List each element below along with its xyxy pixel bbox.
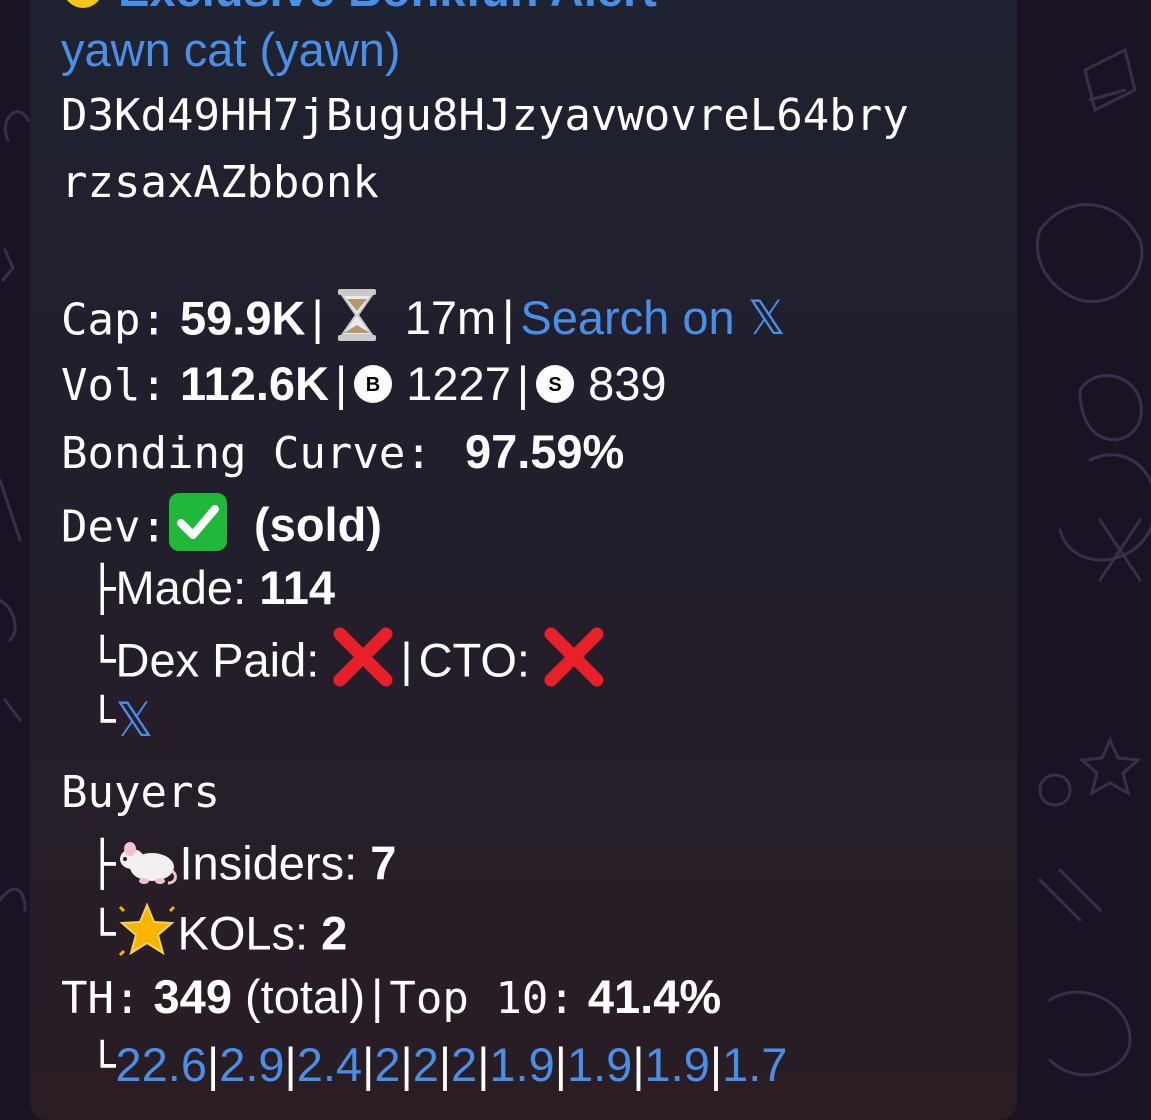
holder-percentages-list: 22.6|2.9|2.4|2|2|2|1.9|1.9|1.9|1.7 [116, 1038, 788, 1091]
dev-status: (sold) [254, 498, 382, 552]
dev-made-line: ├Made: 114 [61, 558, 335, 620]
dev-line: Dev: (sold) [61, 491, 382, 567]
insiders-line: ├ Insiders: 7 [61, 831, 396, 903]
svg-text:S: S [548, 374, 561, 396]
volume-line: Vol: 112.6K | B 1227 | S 839 [61, 354, 667, 418]
sells-value: 839 [588, 357, 667, 410]
holder-separator: | [709, 1038, 723, 1091]
top10-value: 41.4% [587, 970, 722, 1023]
buys-b-icon: B [353, 358, 393, 418]
check-mark-icon [167, 491, 229, 567]
dex-paid-label: Dex Paid: [115, 633, 320, 687]
tree-branch: ├ [89, 564, 116, 615]
holder-percentage-link[interactable]: 2.4 [297, 1038, 362, 1091]
glowing-star-icon [116, 899, 178, 975]
bonding-curve-line: Bonding Curve: 97.59% [61, 422, 624, 484]
holder-separator: | [400, 1038, 413, 1091]
made-label: Made: [115, 561, 247, 614]
x-logo-icon: 𝕏 [747, 291, 786, 347]
rat-icon [116, 831, 180, 903]
holder-separator: | [477, 1038, 490, 1091]
tree-corner: └ [89, 636, 116, 688]
cap-label: Cap: [61, 294, 167, 346]
holder-percentages-line: └22.6|2.9|2.4|2|2|2|1.9|1.9|1.9|1.7 [61, 1035, 787, 1097]
separator: | [311, 291, 324, 345]
cap-value: 59.9K [180, 291, 306, 345]
kols-line: └ KOLs: 2 [61, 899, 347, 975]
vol-label: Vol: [61, 360, 167, 411]
dev-label: Dev: [61, 501, 167, 553]
token-address-line-2[interactable]: rzsaxAZbbonk [61, 153, 379, 213]
bonding-label: Bonding Curve: [61, 428, 432, 479]
made-value: 114 [259, 561, 336, 614]
holder-percentage-link[interactable]: 2 [451, 1038, 477, 1091]
cto-label: CTO: [418, 633, 530, 687]
top10-label: Top 10: [389, 973, 575, 1024]
vol-value: 112.6K [180, 357, 329, 410]
bonding-value: 97.59% [464, 425, 625, 478]
dev-x-profile-link[interactable]: 𝕏 [116, 693, 154, 748]
cross-mark-icon [543, 626, 605, 702]
holders-line: TH: 349 (total) | Top 10: 41.4% [61, 967, 721, 1029]
holder-percentage-link[interactable]: 2 [413, 1038, 439, 1091]
search-on-x-link[interactable]: Search on 𝕏 [520, 291, 786, 347]
sells-s-icon: S [535, 358, 575, 418]
holder-separator: | [632, 1038, 645, 1091]
alert-title-text: Exclusive Bonkfun Alert [118, 0, 657, 16]
buys-value: 1227 [406, 357, 511, 410]
separator: | [516, 357, 530, 410]
holder-percentage-link[interactable]: 2 [374, 1038, 400, 1091]
message-bubble: Exclusive Bonkfun Alert yawn cat (yawn) … [30, 0, 1017, 1120]
holder-percentage-link[interactable]: 1.9 [645, 1038, 710, 1091]
holder-separator: | [554, 1038, 567, 1091]
tree-branch: ├ [89, 839, 116, 891]
holder-percentage-link[interactable]: 2.9 [219, 1038, 284, 1091]
token-address-line-1[interactable]: D3Kd49HH7jBugu8HJzyavwovreL64bry [61, 86, 909, 146]
holder-separator: | [284, 1038, 297, 1091]
tree-corner: └ [89, 696, 116, 747]
svg-text:B: B [366, 374, 380, 396]
cross-mark-icon [332, 626, 394, 702]
kols-label: KOLs: [177, 906, 309, 960]
cap-line: Cap: 59.9K | 17m | Search on 𝕏 [61, 287, 786, 357]
separator: | [400, 633, 413, 687]
holder-percentage-link[interactable]: 1.9 [567, 1038, 632, 1091]
separator: | [335, 357, 348, 410]
separator: | [502, 291, 515, 345]
insiders-label: Insiders: [179, 836, 358, 890]
th-value: 349 [153, 970, 232, 1023]
hourglass-icon [330, 287, 384, 357]
tree-corner: └ [89, 1041, 116, 1092]
total-label: (total) [245, 970, 366, 1023]
holder-separator: | [362, 1038, 375, 1091]
kols-value: 2 [321, 906, 348, 960]
separator: | [371, 970, 384, 1023]
dev-x-line: └𝕏 [61, 690, 153, 752]
buyers-heading: Buyers [61, 767, 220, 818]
holder-percentage-link[interactable]: 22.6 [116, 1038, 207, 1091]
token-name-link[interactable]: yawn cat (yawn) [61, 20, 401, 80]
tree-corner: └ [89, 909, 116, 961]
holder-separator: | [206, 1038, 220, 1091]
holder-separator: | [438, 1038, 452, 1091]
holder-percentage-link[interactable]: 1.9 [489, 1038, 554, 1091]
insiders-value: 7 [370, 836, 397, 890]
search-label: Search on [520, 291, 735, 345]
age-value: 17m [404, 291, 497, 345]
holder-percentage-link[interactable]: 1.7 [722, 1038, 787, 1091]
th-label: TH: [61, 973, 141, 1024]
